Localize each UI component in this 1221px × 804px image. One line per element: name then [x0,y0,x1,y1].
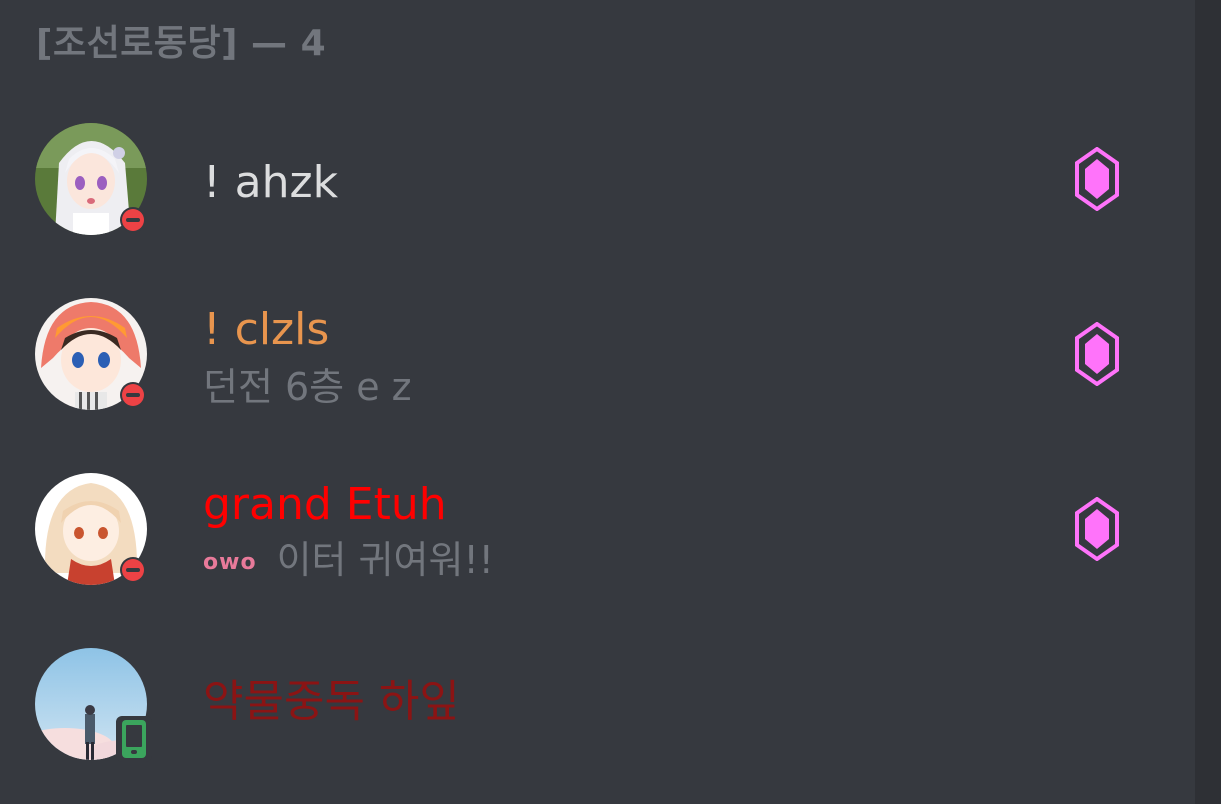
member-name: ! clzls [203,304,330,355]
member-name: grand Etuh [203,479,447,530]
dnd-status-icon [120,207,146,233]
dnd-status-icon [120,557,146,583]
member-row-grand-etuh[interactable]: grand Etuh owo 이터 귀여워!! [0,473,1195,623]
member-list-panel: [조선로동당] — 4 ! ahzk ! clzls 던전 6층 e z gra… [0,0,1195,804]
member-name: 약물중독 하잎 [203,676,460,727]
scrollbar-track[interactable] [1195,0,1221,804]
member-name: ! ahzk [203,157,339,208]
owo-emoji-icon: owo [203,549,257,575]
member-activity: owo 이터 귀여워!! [203,541,494,579]
member-row-clzls[interactable]: ! clzls 던전 6층 e z [0,298,1195,448]
nitro-boost-icon [1075,322,1119,386]
member-activity: 던전 6층 e z [203,365,412,409]
nitro-boost-icon [1075,497,1119,561]
role-group-header: [조선로동당] — 4 [36,23,327,64]
member-row-ahzk[interactable]: ! ahzk [0,123,1195,273]
mobile-online-status-icon [116,716,152,762]
dnd-status-icon [120,382,146,408]
activity-text: 이터 귀여워!! [276,538,494,582]
member-row-yakmul[interactable]: 약물중독 하잎 [0,648,1195,798]
nitro-boost-icon [1075,147,1119,211]
